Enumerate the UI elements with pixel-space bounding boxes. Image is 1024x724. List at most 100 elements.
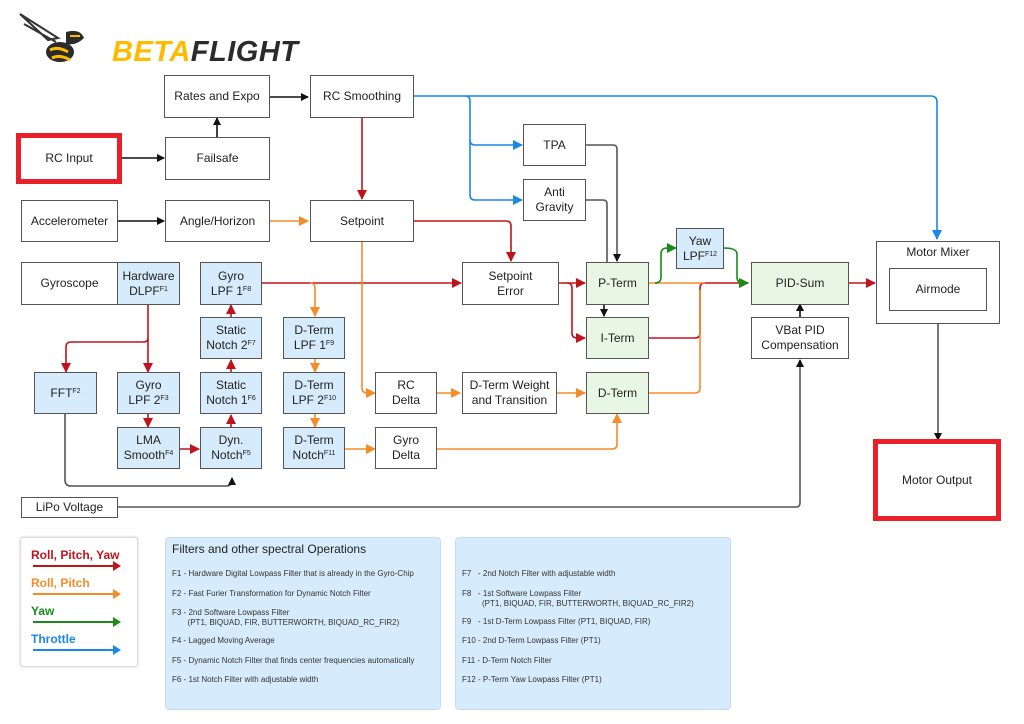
legend: Roll, Pitch, Yaw Roll, Pitch Yaw Throttl… [20,537,138,667]
block-label: VBat PID Compensation [761,323,839,352]
block-label: Static Notch 1 [206,378,248,407]
filter-ref-label: F4 [165,450,174,457]
note-f1: F1 - Hardware Digital Lowpass Filter tha… [172,569,414,578]
block-label: Yaw LPF [682,233,712,263]
block-label: D-Term LPF 2F10 [286,378,342,408]
filter-ref-label: F2 [72,387,81,395]
note-f8: F8 - 1st Software Lowpass Filter (PT1, B… [462,589,694,608]
block-label: Gyroscope [40,276,99,290]
conn-error-iterm [566,282,586,343]
filter-ref-label: F6 [247,395,256,402]
block-label: LMA Smooth [123,433,166,462]
block-label: D-Term Weight and Transition [469,378,550,407]
filter-ref-label: F11 [323,450,336,457]
block-gyro-lpf1: Gyro LPF 1F8 [200,262,262,305]
block-label: Hardware DLPFF1 [118,269,179,299]
conn-iterm-pidsum [649,278,749,339]
legend-arrow-roll-pitch [33,589,121,599]
block-rc-input: RC Input [16,133,122,184]
note-f11: F11 - D-Term Notch Filter [462,656,552,665]
legend-arrow-roll-pitch-yaw [33,561,121,571]
block-label: Dyn. Notch [211,433,244,462]
note-f4: F4 - Lagged Moving Average [172,636,275,645]
filter-notes-right: F7 - 2nd Notch Filter with adjustable wi… [455,537,731,710]
block-label: Gyro LPF 2F3 [126,378,171,408]
filter-ref-label: F7 [247,340,256,347]
block-label: RC Smoothing [322,89,402,103]
block-label: Hardware DLPF [122,268,175,298]
conn-antigrav-pterm [586,199,608,262]
legend-label-roll-pitch-yaw: Roll, Pitch, Yaw [31,548,120,562]
note-f9: F9 - 1st D-Term Lowpass Filter (PT1, BIQ… [462,617,651,626]
filter-ref-label: F9 [325,340,335,347]
block-label: Gyro LPF 2 [128,378,162,407]
legend-label-throttle: Throttle [31,632,76,646]
block-motor-output: Motor Output [873,439,1001,521]
legend-label-roll-pitch: Roll, Pitch [31,576,90,590]
conn-yawlpf-pidsum [723,247,749,288]
block-label: D-Term LPF 2 [291,378,334,407]
block-label: LiPo Voltage [35,500,104,514]
block-label: Failsafe [196,151,239,165]
block-label: D-Term [597,385,638,400]
block-label: Gyro Delta [391,433,420,462]
block-fft: FFTF2 [34,372,97,414]
block-gyro-delta: Gyro Delta [375,427,437,469]
block-label: D-Term LPF 1 [293,323,334,352]
legend-arrow-yaw [33,617,121,627]
filter-ref-label: F1 [159,285,168,293]
block-label: RC Delta [391,378,420,407]
block-i-term: I-Term [586,317,649,359]
block-p-term: P-Term [586,262,649,305]
hornet-icon [19,13,84,62]
block-failsafe: Failsafe [165,137,270,180]
block-gyroscope: Gyroscope [21,262,118,305]
block-anti-gravity: Anti Gravity [523,179,586,221]
block-label: Rates and Expo [174,89,260,103]
block-rc-delta: RC Delta [375,372,437,414]
block-dterm-notch: D-Term NotchF11 [283,427,345,469]
conn-pterm-yawlpf [654,243,677,284]
block-tpa: TPA [523,124,586,166]
note-f3: F3 - 2nd Software Lowpass Filter (PT1, B… [172,608,400,627]
filter-ref-label: F8 [242,285,252,293]
block-label: Yaw LPFF12 [679,234,721,264]
conn-dlpf-fft [61,337,149,373]
block-label: D-Term NotchF11 [288,433,340,463]
block-label: FFT [50,385,73,400]
note-f10: F10 - 2nd D-Term Lowpass Filter (PT1) [462,636,601,645]
block-hardware-dlpf: Hardware DLPFF1 [117,262,180,305]
note-f7: F7 - 2nd Notch Filter with adjustable wi… [462,569,616,578]
conn-gyrodelta-dterm [437,413,622,450]
block-motor-mixer: Motor Mixer Airmode [876,241,1000,324]
block-label: Accelerometer [30,213,109,228]
block-label: Airmode [915,282,961,296]
note-f6: F6 - 1st Notch Filter with adjustable wi… [172,675,319,684]
block-dterm-lpf2: D-Term LPF 2F10 [283,372,345,414]
legend-label-yaw: Yaw [31,604,55,618]
block-label: Motor Output [901,472,973,487]
filter-ref-label: F12 [704,250,718,258]
block-gyro-lpf2: Gyro LPF 2F3 [117,372,180,414]
conn-dterm-pidsum [649,290,701,394]
block-dyn-notch: Dyn. NotchF5 [200,427,262,469]
block-label: Dyn. NotchF5 [207,433,255,463]
block-dterm-weight: D-Term Weight and Transition [462,372,557,414]
note-f2: F2 - Fast Furier Transformation for Dyna… [172,589,371,598]
block-label: Gyro LPF 1 [210,268,244,298]
notes-title: Filters and other spectral Operations [172,542,367,556]
block-rc-smoothing: RC Smoothing [310,75,414,118]
block-rates-expo: Rates and Expo [164,75,270,118]
block-dterm-lpf1: D-Term LPF 1F9 [283,317,345,359]
block-label: Setpoint Error [488,268,533,298]
conn-throttle-tpa [464,95,523,150]
logo-wordmark: BETAFLIGHT [112,36,299,68]
filter-ref-label: F5 [242,450,251,457]
conn-rcsmooth-mixer [414,95,942,240]
block-label: TPA [543,137,566,152]
filter-ref-label: F10 [323,395,337,402]
block-vbat-pid: VBat PID Compensation [751,317,849,359]
filter-ref-label: F3 [160,395,169,402]
conn-setpoint-rcdelta [361,242,376,398]
block-label: Setpoint [339,213,385,228]
